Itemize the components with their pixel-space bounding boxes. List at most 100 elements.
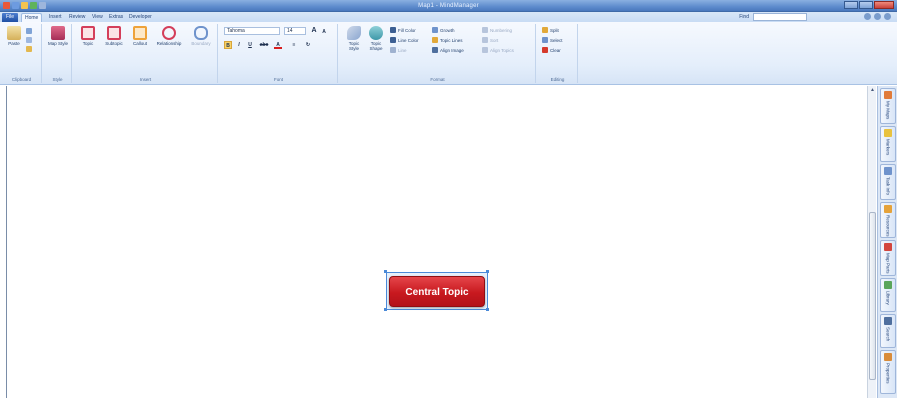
clipboard-label: Clipboard	[11, 77, 32, 82]
cut-icon[interactable]	[26, 28, 32, 34]
numbering-button[interactable]: Numbering	[482, 27, 512, 33]
selection-handle[interactable]	[486, 270, 489, 273]
relationship-button[interactable]: Relationship	[154, 26, 184, 46]
central-topic[interactable]: Central Topic	[389, 276, 485, 307]
help-icon[interactable]	[874, 13, 881, 20]
side-tab-search[interactable]: Search	[880, 314, 896, 348]
side-tab-properties[interactable]: Properties	[880, 350, 896, 394]
scroll-thumb[interactable]	[869, 212, 876, 380]
topic-lines-icon	[432, 37, 438, 43]
select-button[interactable]: Select	[542, 37, 563, 43]
tab-review[interactable]: Review	[66, 13, 88, 22]
line-color-icon	[390, 37, 396, 43]
align-topics-button[interactable]: Align Topics	[482, 47, 514, 53]
topic-icon	[81, 26, 95, 40]
clipboard-small-tools	[26, 28, 32, 52]
search-icon	[884, 317, 892, 325]
find-label: Find	[739, 14, 749, 20]
clear-button[interactable]: Clear	[542, 47, 561, 53]
callout-icon	[133, 26, 147, 40]
strikethrough-button[interactable]: abc	[258, 41, 270, 49]
line-color-button[interactable]: Line Color	[390, 37, 419, 43]
font-label: Font	[273, 77, 283, 82]
resources-icon	[884, 205, 892, 213]
topic-button[interactable]: Topic	[78, 26, 98, 46]
font-group: Tahoma 14 A A B I U abc A ≡ ↻ Font	[220, 24, 338, 83]
selection-handle[interactable]	[486, 308, 489, 311]
align-image-icon	[432, 47, 438, 53]
clear-format-icon: ↻	[305, 42, 311, 48]
line-button[interactable]: Line	[390, 47, 407, 53]
paste-button[interactable]: Paste	[4, 26, 24, 46]
properties-icon	[884, 353, 892, 361]
clear-icon	[542, 47, 548, 53]
font-color-button[interactable]: A	[274, 41, 282, 49]
font-family-select[interactable]: Tahoma	[224, 27, 280, 35]
sort-button[interactable]: Sort	[482, 37, 498, 43]
select-icon	[542, 37, 548, 43]
selection-handle[interactable]	[384, 308, 387, 311]
editing-group: Split Select Clear Editing	[538, 24, 578, 83]
ribbon-minimize-icon[interactable]	[884, 13, 891, 20]
tab-extras[interactable]: Extras	[106, 13, 126, 22]
maximize-button[interactable]	[859, 1, 873, 9]
split-button[interactable]: Split	[542, 27, 559, 33]
find-options-icon[interactable]	[864, 13, 871, 20]
underline-button[interactable]: U	[246, 41, 254, 49]
map-canvas[interactable]	[6, 86, 867, 398]
window-title: Map1 - MindManager	[418, 3, 479, 9]
editing-label: Editing	[550, 77, 565, 82]
minimize-button[interactable]	[844, 1, 858, 9]
callout-button[interactable]: Callout	[130, 26, 150, 46]
style-group: Map Style Style	[44, 24, 72, 83]
paste-icon	[7, 26, 21, 40]
topic-style-button[interactable]: Topic Style	[344, 26, 364, 51]
subtopic-button[interactable]: Subtopic	[102, 26, 126, 46]
bold-button[interactable]: B	[224, 41, 232, 49]
side-tab-library[interactable]: Library	[880, 278, 896, 312]
sort-icon	[482, 37, 488, 43]
window-controls	[844, 1, 894, 9]
boundary-button[interactable]: Boundary	[188, 26, 214, 46]
relationship-icon	[162, 26, 176, 40]
line-icon	[390, 47, 396, 53]
alignment-button[interactable]: ≡	[290, 41, 298, 49]
align-image-button[interactable]: Align Image	[432, 47, 464, 53]
format-painter-icon[interactable]	[26, 46, 32, 52]
vertical-scrollbar[interactable]: ▲	[867, 86, 876, 398]
tab-view[interactable]: View	[89, 13, 106, 22]
topic-style-icon	[347, 26, 361, 40]
fill-color-icon	[390, 27, 396, 33]
growth-button[interactable]: Growth	[432, 27, 455, 33]
side-tab-markers[interactable]: Markers	[880, 126, 896, 162]
clear-format-button[interactable]: ↻	[304, 41, 312, 49]
align-icon: ≡	[292, 42, 296, 48]
title-bar: Map1 - MindManager	[0, 0, 897, 12]
fill-color-button[interactable]: Fill Color	[390, 27, 416, 33]
font-size-select[interactable]: 14	[284, 27, 306, 35]
tab-developer[interactable]: Developer	[126, 13, 155, 22]
shrink-font-button[interactable]: A	[320, 28, 328, 36]
topic-shape-button[interactable]: Topic Shape	[366, 26, 386, 51]
copy-icon[interactable]	[26, 37, 32, 43]
find-input[interactable]	[753, 13, 807, 21]
tab-insert[interactable]: Insert	[46, 13, 65, 22]
italic-button[interactable]: I	[235, 41, 243, 49]
scroll-up-arrow-icon[interactable]: ▲	[869, 87, 876, 94]
side-tab-map-parts[interactable]: Map Parts	[880, 240, 896, 276]
topic-lines-button[interactable]: Topic Lines	[432, 37, 463, 43]
side-tab-resources[interactable]: Resources	[880, 202, 896, 238]
clipboard-group: Paste Clipboard	[2, 24, 42, 83]
task-info-icon	[884, 167, 892, 175]
side-tab-task-info[interactable]: Task Info	[880, 164, 896, 200]
map-style-button[interactable]: Map Style	[48, 26, 68, 46]
close-button[interactable]	[874, 1, 894, 9]
selection-handle[interactable]	[384, 270, 387, 273]
tab-file[interactable]: File	[2, 13, 18, 22]
tab-home[interactable]: Home	[21, 13, 43, 22]
boundary-icon	[194, 26, 208, 40]
ribbon: Paste Clipboard Map Style Style Topic Su…	[0, 22, 897, 85]
side-tab-my-maps[interactable]: My Maps	[880, 88, 896, 124]
format-group: Topic Style Topic Shape Fill Color Line …	[340, 24, 536, 83]
grow-font-button[interactable]: A	[310, 27, 318, 35]
